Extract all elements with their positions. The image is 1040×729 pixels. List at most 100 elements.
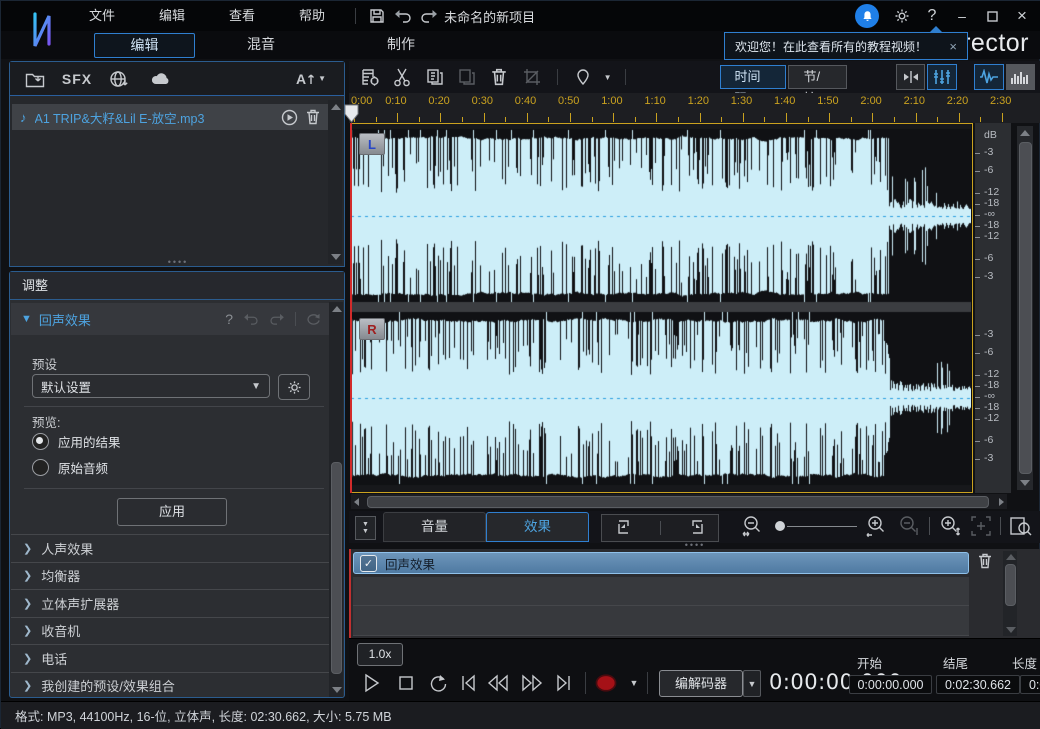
- right-channel-badge[interactable]: R: [359, 318, 385, 340]
- preset-dropdown[interactable]: 默认设置 ▼: [32, 374, 270, 398]
- effect-help-icon[interactable]: ?: [225, 311, 233, 327]
- spectrum-view-icon[interactable]: [1005, 64, 1036, 90]
- end-time-field[interactable]: 0:02:30.662: [936, 675, 1020, 694]
- start-time-field[interactable]: 0:00:00.000: [849, 675, 932, 694]
- scroll-thumb[interactable]: [367, 496, 989, 508]
- settings-gear-icon[interactable]: [889, 4, 915, 28]
- record-button[interactable]: [593, 670, 619, 696]
- length-time-field[interactable]: 0:02:30.662: [1020, 675, 1040, 694]
- marker-dropdown-icon[interactable]: ▼: [600, 64, 615, 90]
- menu-edit[interactable]: 编辑: [137, 1, 207, 31]
- apply-button[interactable]: 应用: [117, 498, 227, 526]
- playback-speed-button[interactable]: 1.0x: [357, 643, 403, 666]
- preview-play-icon[interactable]: [281, 109, 298, 126]
- adjust-section-item[interactable]: ❯ 人声效果: [11, 534, 331, 562]
- delete-file-icon[interactable]: [306, 109, 320, 125]
- go-to-start-button[interactable]: [455, 670, 481, 696]
- zoom-slider[interactable]: [773, 519, 857, 533]
- tab-produce[interactable]: 制作: [356, 33, 446, 56]
- menu-file[interactable]: 文件: [67, 1, 137, 31]
- preset-settings-button[interactable]: [278, 374, 310, 400]
- delete-icon[interactable]: [484, 64, 514, 90]
- left-channel-badge[interactable]: L: [359, 133, 385, 155]
- menu-help[interactable]: 帮助: [277, 1, 347, 31]
- marker-icon[interactable]: [568, 64, 598, 90]
- scroll-left-icon[interactable]: [354, 498, 359, 506]
- scroll-up-icon[interactable]: [1006, 554, 1016, 560]
- scroll-down-icon[interactable]: [1006, 627, 1016, 633]
- scroll-up-icon[interactable]: [332, 306, 342, 312]
- maximize-button[interactable]: [979, 4, 1005, 28]
- effect-enabled-checkbox[interactable]: ✓: [360, 554, 377, 572]
- scroll-down-icon[interactable]: [332, 687, 342, 693]
- scroll-thumb[interactable]: [1005, 564, 1016, 606]
- paste-icon[interactable]: [452, 64, 482, 90]
- radio-original-audio[interactable]: 原始音频: [32, 458, 108, 477]
- codec-button[interactable]: 编解码器: [659, 670, 743, 697]
- echo-effect-section-header[interactable]: ▼ 回声效果 ?: [11, 303, 331, 335]
- go-to-end-button[interactable]: [551, 670, 577, 696]
- effect-reset-icon[interactable]: [306, 313, 321, 326]
- zoom-in-vertical-icon[interactable]: [938, 514, 962, 538]
- fit-selection-icon[interactable]: [895, 64, 926, 90]
- timecode-toggle[interactable]: 时间码: [719, 65, 787, 106]
- adjust-scrollbar[interactable]: [329, 302, 343, 697]
- scroll-up-icon[interactable]: [1020, 130, 1030, 136]
- waveform-display[interactable]: [351, 123, 973, 493]
- effect-row-echo[interactable]: ✓ 回声效果: [353, 552, 969, 574]
- scroll-down-icon[interactable]: [1020, 480, 1030, 486]
- adjust-duration-icon[interactable]: [355, 64, 385, 90]
- adjust-section-item[interactable]: ❯ 收音机: [11, 616, 331, 645]
- scroll-down-icon[interactable]: [331, 254, 341, 260]
- close-button[interactable]: ×: [1009, 4, 1035, 28]
- add-keyframe-in-icon[interactable]: [615, 519, 635, 537]
- zoom-out-vertical-icon[interactable]: [897, 514, 921, 538]
- zoom-to-selection-icon[interactable]: [1009, 515, 1033, 537]
- radio-applied-result[interactable]: 应用的结果: [32, 432, 121, 451]
- scroll-up-icon[interactable]: [331, 104, 341, 110]
- adjust-section-item[interactable]: ❯ 电话: [11, 644, 331, 672]
- help-icon[interactable]: ?: [919, 4, 945, 28]
- download-from-web-icon[interactable]: [102, 66, 136, 92]
- tab-volume[interactable]: 音量: [383, 512, 486, 542]
- zoom-in-horizontal-icon[interactable]: [865, 514, 889, 538]
- scroll-thumb[interactable]: [1019, 142, 1032, 474]
- redo-icon[interactable]: [416, 3, 442, 29]
- waveform-view-icon[interactable]: [974, 64, 1004, 90]
- tooltip-close-icon[interactable]: ×: [945, 39, 961, 54]
- tab-effects[interactable]: 效果: [486, 512, 589, 542]
- waveform-canvas[interactable]: [351, 124, 971, 492]
- loop-button[interactable]: [425, 670, 451, 696]
- effect-undo-icon[interactable]: [243, 313, 259, 325]
- menu-view[interactable]: 查看: [207, 1, 277, 31]
- media-file-item[interactable]: ♪ A1 TRIP&大籽&Lil E-放空.mp3: [12, 104, 328, 130]
- zoom-out-horizontal-icon[interactable]: [741, 514, 765, 538]
- playhead-marker[interactable]: [344, 104, 359, 123]
- cut-icon[interactable]: [387, 64, 417, 90]
- stop-button[interactable]: [393, 670, 419, 696]
- copy-icon[interactable]: [420, 64, 450, 90]
- scroll-right-icon[interactable]: [999, 498, 1004, 506]
- record-options-icon[interactable]: ▼: [627, 670, 641, 696]
- beats-toggle[interactable]: 节/拍: [788, 65, 847, 106]
- sort-order-button[interactable]: A ▼: [296, 71, 336, 87]
- fast-forward-button[interactable]: [519, 670, 545, 696]
- zoom-slider-handle[interactable]: [775, 521, 785, 531]
- timeline-ruler[interactable]: 0:00 0:10 0:20 0:30 0:40 0:50 1:00 1:10 1:20 1:30…: [349, 93, 1040, 123]
- waveform-scrollbar[interactable]: [1017, 126, 1033, 490]
- effect-redo-icon[interactable]: [269, 313, 285, 325]
- add-keyframe-out-icon[interactable]: [686, 519, 706, 537]
- delete-effect-icon[interactable]: [978, 553, 992, 569]
- adjust-section-item[interactable]: ❯ 均衡器: [11, 561, 331, 590]
- effects-scrollbar[interactable]: [1003, 551, 1017, 636]
- adjust-section-item[interactable]: ❯ 立体声扩展器: [11, 589, 331, 617]
- scroll-thumb[interactable]: [331, 462, 342, 674]
- play-button[interactable]: [359, 670, 385, 696]
- library-scrollbar[interactable]: [328, 100, 342, 264]
- notification-bell-icon[interactable]: [855, 4, 879, 28]
- adjust-section-item[interactable]: ❯ 我创建的预设/效果组合: [11, 671, 331, 700]
- fit-to-window-icon[interactable]: [970, 515, 992, 537]
- mixer-sliders-icon[interactable]: [927, 64, 957, 90]
- tab-edit[interactable]: 编辑: [94, 33, 195, 58]
- panel-resize-grip[interactable]: ••••: [148, 257, 208, 267]
